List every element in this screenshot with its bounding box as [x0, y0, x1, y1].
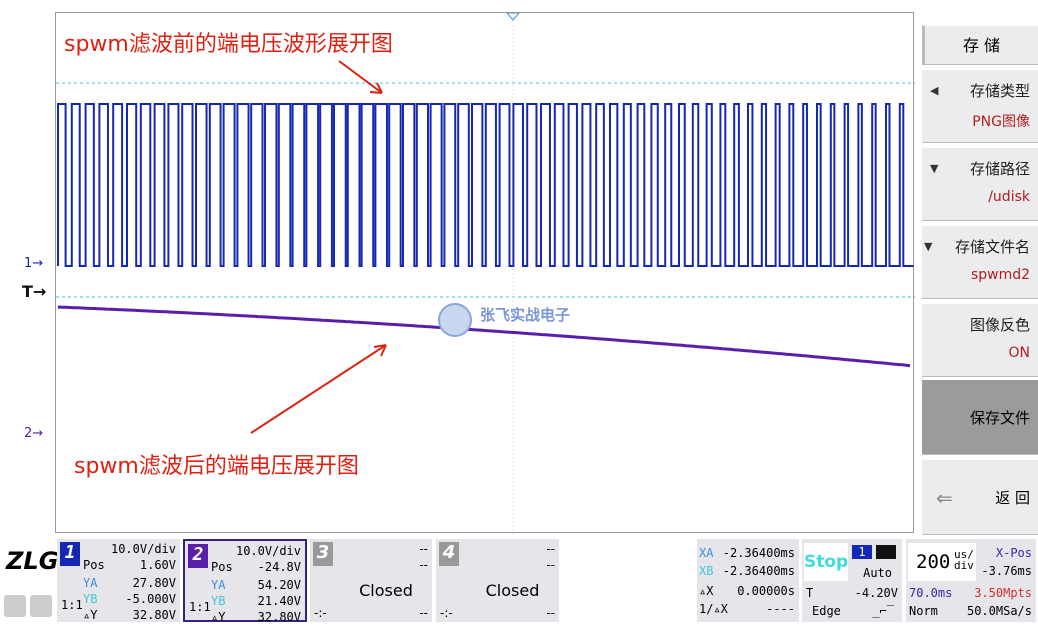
rising-edge-icon: _⌐‾: [872, 604, 894, 618]
gesture-icon[interactable]: [30, 595, 52, 617]
t-label: T: [806, 586, 814, 600]
menu-title: 存 储: [922, 25, 1038, 65]
dx-label: ▵X: [699, 584, 714, 598]
xb-label: XB: [699, 564, 714, 578]
pos-label: Pos: [83, 558, 105, 572]
cursor-panel[interactable]: XA -2.36400ms XB -2.36400ms ▵X 0.00000s 1/▵…: [697, 539, 799, 622]
dy: 32.80V: [132, 608, 176, 622]
record-length: 70.0ms: [909, 586, 953, 600]
acquire-mode[interactable]: Norm: [909, 601, 938, 621]
dash: --: [546, 558, 555, 572]
probe-ratio: -:-: [314, 606, 327, 620]
value: PNG图像: [972, 114, 1030, 130]
trigger-type[interactable]: Edge: [812, 601, 841, 621]
points: 3.50Mpts: [974, 586, 1032, 600]
trigger-source[interactable]: 1: [852, 545, 872, 559]
dash: --: [546, 606, 555, 620]
xb: -2.36400ms: [722, 564, 795, 578]
channel-1-panel[interactable]: 1 10.0V/div Pos 1.60V YA 27.80V 1:1 YB -5.00…: [57, 539, 180, 622]
pos: -24.8V: [257, 560, 301, 574]
dash: --: [419, 606, 428, 620]
pos: 1.60V: [139, 558, 176, 572]
storage-path-button[interactable]: ▼ 存储路径/udisk: [922, 147, 1038, 221]
trigger-level: -4.20V: [854, 586, 898, 600]
annotation-arrow-top: [338, 60, 383, 94]
storage-type-button[interactable]: ◀ 存储类型 PNG图像: [922, 69, 1038, 143]
xpos: -3.76ms: [981, 564, 1032, 578]
label: 图像反色: [969, 316, 1030, 334]
ch2-marker[interactable]: 2→: [24, 426, 43, 441]
probe-ratio: -:-: [440, 606, 453, 620]
sample-rate: 50.0MSa/s: [966, 604, 1032, 618]
touch-icon[interactable]: [4, 595, 26, 617]
xa-label: XA: [699, 546, 714, 560]
ch1-waveform: [57, 103, 914, 267]
value: /udisk: [988, 189, 1030, 205]
value: ON: [1008, 345, 1031, 361]
inv-label: 1/▵X: [699, 602, 728, 616]
dy: 32.80V: [257, 610, 301, 624]
annotation-bottom: spwm滤波后的端电压展开图: [74, 454, 359, 479]
back-arrow-icon: ⇐: [936, 486, 953, 510]
status: Closed: [359, 581, 413, 600]
trigger-mode[interactable]: Auto: [863, 563, 892, 583]
trigger-marker[interactable]: T→: [22, 282, 46, 301]
trigger-panel[interactable]: Stop 1 Auto T -4.20V Edge _⌐‾: [802, 539, 902, 622]
timebase-panel[interactable]: 200 us/div X-Pos -3.76ms 70.0ms 3.50Mpts N…: [906, 539, 1036, 622]
channel-2-panel[interactable]: 2 10.0V/div Pos -24.8V YA 54.20V 1:1 YB 21.4…: [183, 539, 307, 624]
dc-coupling-icon: [876, 545, 896, 559]
triangle-down-icon: ▼: [930, 162, 939, 175]
xpos-label: X-Pos: [995, 546, 1032, 560]
invert-color-button[interactable]: 图像反色 ON: [922, 303, 1038, 377]
save-file-button[interactable]: 保存文件: [922, 379, 1038, 455]
inv: ----: [766, 602, 795, 616]
label: 存储文件名: [954, 238, 1030, 256]
label: 返 回: [995, 489, 1030, 507]
xa: -2.36400ms: [722, 546, 795, 560]
value: spwmd2: [970, 267, 1030, 283]
channel-3-panel[interactable]: 3 -- -- Closed -:- --: [310, 539, 432, 622]
pos-label: Pos: [211, 560, 233, 574]
dx: 0.00000s: [737, 584, 795, 598]
annotation-arrow-bottom: [250, 344, 387, 434]
dash: --: [419, 558, 428, 572]
channel-4-panel[interactable]: 4 -- -- Closed -:- --: [436, 539, 559, 622]
status: Closed: [485, 581, 540, 600]
dy-label: ▵Y: [211, 610, 226, 624]
file-name-button[interactable]: ▼ 存储文件名 spwmd2: [922, 225, 1038, 299]
watermark-logo-icon: [438, 303, 472, 337]
triangle-left-icon: ◀: [930, 84, 939, 97]
storage-menu: 存 储 ◀ 存储类型 PNG图像 ▼ 存储路径/udisk ▼ 存储文件名 spwmd2 …: [920, 25, 1038, 535]
dy-label: ▵Y: [83, 608, 98, 622]
zlg-logo: ZLG: [6, 547, 59, 575]
trigger-position-icon: [506, 13, 520, 21]
triangle-down-icon: ▼: [924, 240, 933, 253]
watermark: 张飞实战电子: [480, 306, 571, 324]
back-button[interactable]: ⇐ 返 回: [922, 459, 1038, 535]
annotation-top: spwm滤波前的端电压波形展开图: [64, 32, 393, 57]
ch1-marker[interactable]: 1→: [24, 256, 43, 271]
